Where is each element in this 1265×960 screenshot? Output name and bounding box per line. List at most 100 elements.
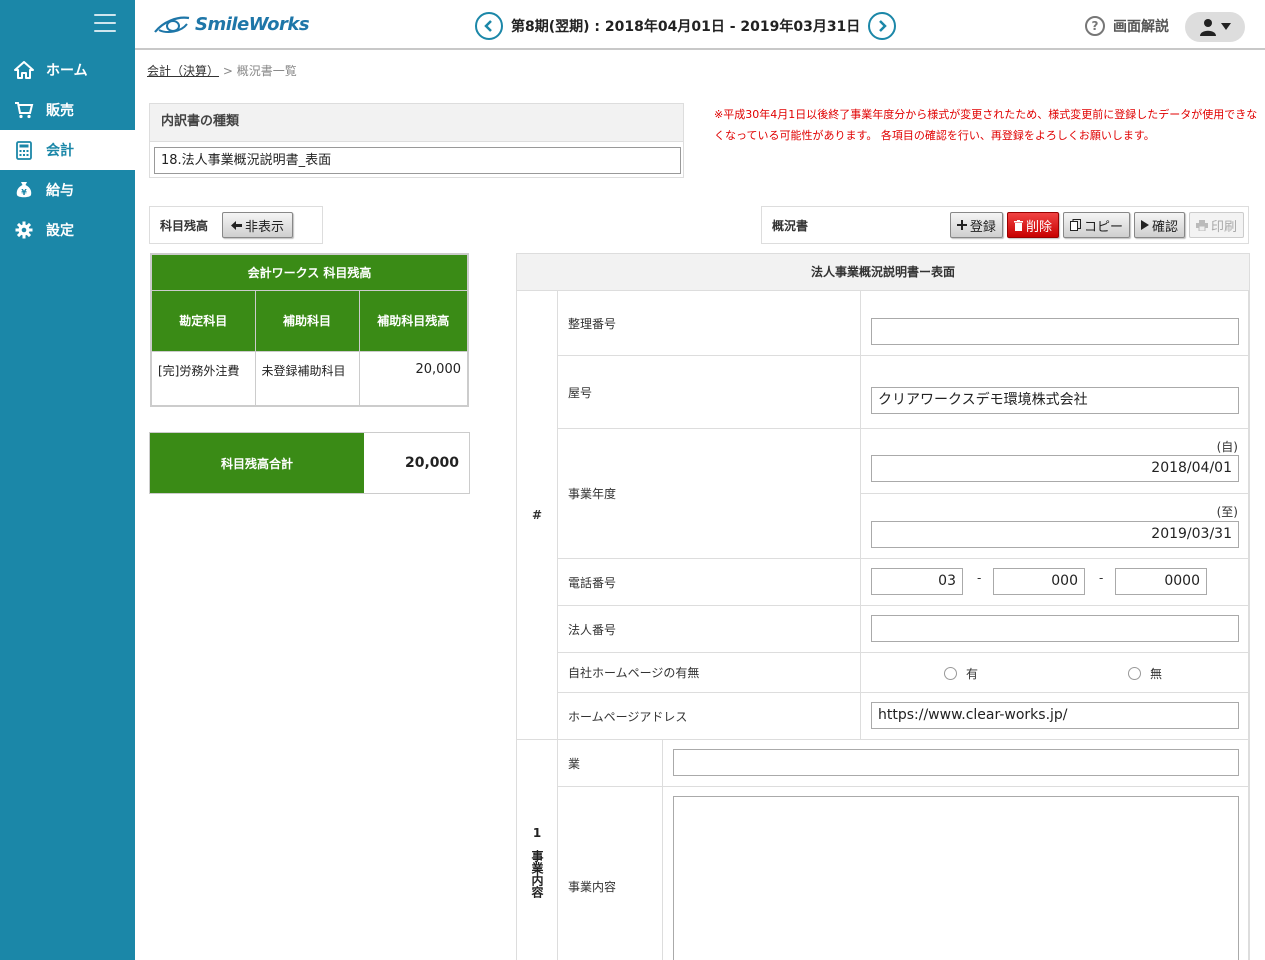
form-title: 法人事業概況説明書ー表面 — [517, 253, 1249, 291]
business-type-input[interactable] — [673, 749, 1239, 776]
seiri-number-input[interactable] — [871, 318, 1239, 345]
sidebar-item-label: ホーム — [46, 63, 88, 79]
summary-form: 法人事業概況説明書ー表面 # 整理番号 屋号 クリアワークスデモ環境株式会社 事… — [516, 253, 1250, 960]
delete-button[interactable]: 削除 — [1006, 212, 1059, 238]
business-content-textarea[interactable] — [673, 796, 1239, 960]
document-type-select[interactable]: 18.法人事業概況説明書_表面 — [154, 147, 681, 174]
cell-sub-account: 未登録補助科目 — [254, 350, 360, 407]
trade-name-input[interactable]: クリアワークスデモ環境株式会社 — [871, 387, 1239, 414]
content-label-cell: 事業内容 — [558, 787, 663, 960]
balance-total-value: 20,000 — [404, 455, 459, 471]
sidebar: ホーム 販売 会計 ¥ 給与 設定 — [0, 0, 135, 960]
document-type-label: 内訳書の種類 — [150, 104, 683, 142]
summary-toolbar: 概況書 登録 削除 コピー 確認 印刷 — [761, 206, 1249, 244]
svg-text:¥: ¥ — [21, 188, 27, 197]
sidebar-item-label: 設定 — [46, 223, 74, 239]
gyo-label: 業 — [568, 756, 581, 771]
print-button[interactable]: 印刷 — [1188, 212, 1244, 238]
cell-amount: 20,000 — [358, 350, 469, 407]
confirm-button[interactable]: 確認 — [1133, 212, 1185, 238]
next-period-button[interactable] — [868, 12, 897, 40]
fiscal-from-input[interactable]: 2018/04/01 — [871, 455, 1239, 482]
caret-down-icon — [1221, 23, 1231, 30]
sidebar-item-label: 販売 — [46, 103, 74, 119]
hp-no-radio[interactable]: 無 — [1128, 665, 1162, 682]
period-label: 第8期(翌期) : 2018年04月01日 - 2019年03月31日 — [511, 19, 861, 35]
hamburger-menu-icon[interactable] — [94, 14, 116, 34]
sidebar-item-home[interactable]: ホーム — [0, 50, 135, 90]
hp-exists-label: 自社ホームページの有無 — [568, 666, 700, 680]
sidebar-item-settings[interactable]: 設定 — [0, 210, 135, 250]
plus-icon — [956, 220, 967, 230]
column-header-sub-account: 補助科目 — [254, 289, 360, 352]
logo-text: SmileWorks — [195, 13, 310, 35]
chevron-right-icon — [879, 20, 888, 32]
tel-separator: - — [1099, 571, 1104, 585]
logo-swoosh-icon — [154, 16, 190, 33]
play-icon — [1140, 220, 1149, 230]
user-icon — [1200, 19, 1216, 36]
period-navigation: 第8期(翌期) : 2018年04月01日 - 2019年03月31日 — [475, 12, 897, 40]
register-button[interactable]: 登録 — [949, 212, 1003, 238]
confirm-button-label: 確認 — [1151, 219, 1178, 235]
gyo-input-cell — [663, 740, 1249, 787]
summary-label: 概況書 — [772, 218, 809, 233]
hp-url-input-cell: https://www.clear-works.jp/ — [861, 693, 1249, 740]
yago-input-cell: クリアワークスデモ環境株式会社 — [861, 356, 1249, 429]
sidebar-item-payroll[interactable]: ¥ 給与 — [0, 170, 135, 210]
balance-total-label: 科目残高合計 — [150, 433, 364, 493]
app-header: SmileWorks 第8期(翌期) : 2018年04月01日 - 2019年… — [135, 0, 1265, 50]
copy-icon — [1069, 219, 1081, 231]
table-row: [完]労務外注費 未登録補助科目 20,000 — [150, 350, 469, 407]
content-input-cell — [663, 787, 1249, 960]
balance-table: 会計ワークス 科目残高 勘定科目 補助科目 補助科目残高 [完]労務外注費 未登… — [150, 253, 469, 407]
column-header-sub-balance: 補助科目残高 — [358, 289, 469, 352]
section-hash-cell: # — [517, 291, 558, 740]
previous-period-button[interactable] — [475, 12, 503, 40]
printer-icon — [1195, 219, 1208, 231]
tel-exchange-input[interactable]: 000 — [993, 568, 1085, 595]
hp-yes-radio[interactable]: 有 — [944, 665, 978, 682]
help-link[interactable]: ? 画面解説 — [1085, 16, 1169, 36]
gear-icon — [14, 220, 34, 240]
fiscal-from-cell: (自) 2018/04/01 — [861, 429, 1249, 494]
user-menu-button[interactable] — [1185, 12, 1245, 42]
corporate-number-input[interactable] — [871, 615, 1239, 642]
hide-balance-label: 非表示 — [245, 219, 285, 235]
nendo-label-cell: 事業年度 — [558, 429, 861, 559]
column-header-account: 勘定科目 — [150, 289, 256, 352]
radio-circle — [944, 667, 957, 680]
chevron-left-icon — [484, 20, 492, 32]
balance-toolbar: 科目残高 非表示 — [149, 206, 323, 244]
sidebar-item-label: 給与 — [46, 183, 74, 199]
content-label: 事業内容 — [568, 880, 617, 894]
breadcrumb-parent-link[interactable]: 会計（決算） — [147, 64, 219, 78]
radio-circle — [1128, 667, 1141, 680]
sidebar-item-label: 会計 — [46, 143, 74, 159]
hp-no-label: 無 — [1150, 667, 1163, 681]
cell-account: [完]労務外注費 — [150, 350, 256, 407]
nendo-label: 事業年度 — [568, 487, 617, 501]
hp-yes-label: 有 — [966, 667, 979, 681]
tel-subscriber-input[interactable]: 0000 — [1115, 568, 1207, 595]
seiri-input-cell — [861, 291, 1249, 356]
tel-label-cell: 電話番号 — [558, 559, 861, 606]
balance-label: 科目残高 — [160, 218, 209, 233]
format-change-notice: ※平成30年4月1日以後終了事業年度分から様式が変更されたため、様式変更前に登録… — [714, 108, 1258, 142]
gyo-label-cell: 業 — [558, 740, 663, 787]
yago-label-cell: 屋号 — [558, 356, 861, 429]
fiscal-to-input[interactable]: 2019/03/31 — [871, 521, 1239, 548]
tel-area-input[interactable]: 03 — [871, 568, 963, 595]
logo[interactable]: SmileWorks — [153, 12, 310, 36]
homepage-url-input[interactable]: https://www.clear-works.jp/ — [871, 702, 1239, 729]
sidebar-item-sales[interactable]: 販売 — [0, 90, 135, 130]
fiscal-to-cell: (至) 2019/03/31 — [861, 494, 1249, 559]
hide-balance-button[interactable]: 非表示 — [222, 212, 294, 238]
sidebar-item-accounting[interactable]: 会計 — [0, 130, 135, 170]
section-hash-label: # — [531, 508, 543, 522]
trash-icon — [1013, 219, 1023, 231]
copy-button[interactable]: コピー — [1062, 212, 1130, 238]
balance-table-title: 会計ワークス 科目残高 — [150, 253, 469, 291]
balance-total: 科目残高合計 20,000 — [149, 432, 470, 494]
section1-cell: 1 事業内容 — [517, 740, 558, 960]
